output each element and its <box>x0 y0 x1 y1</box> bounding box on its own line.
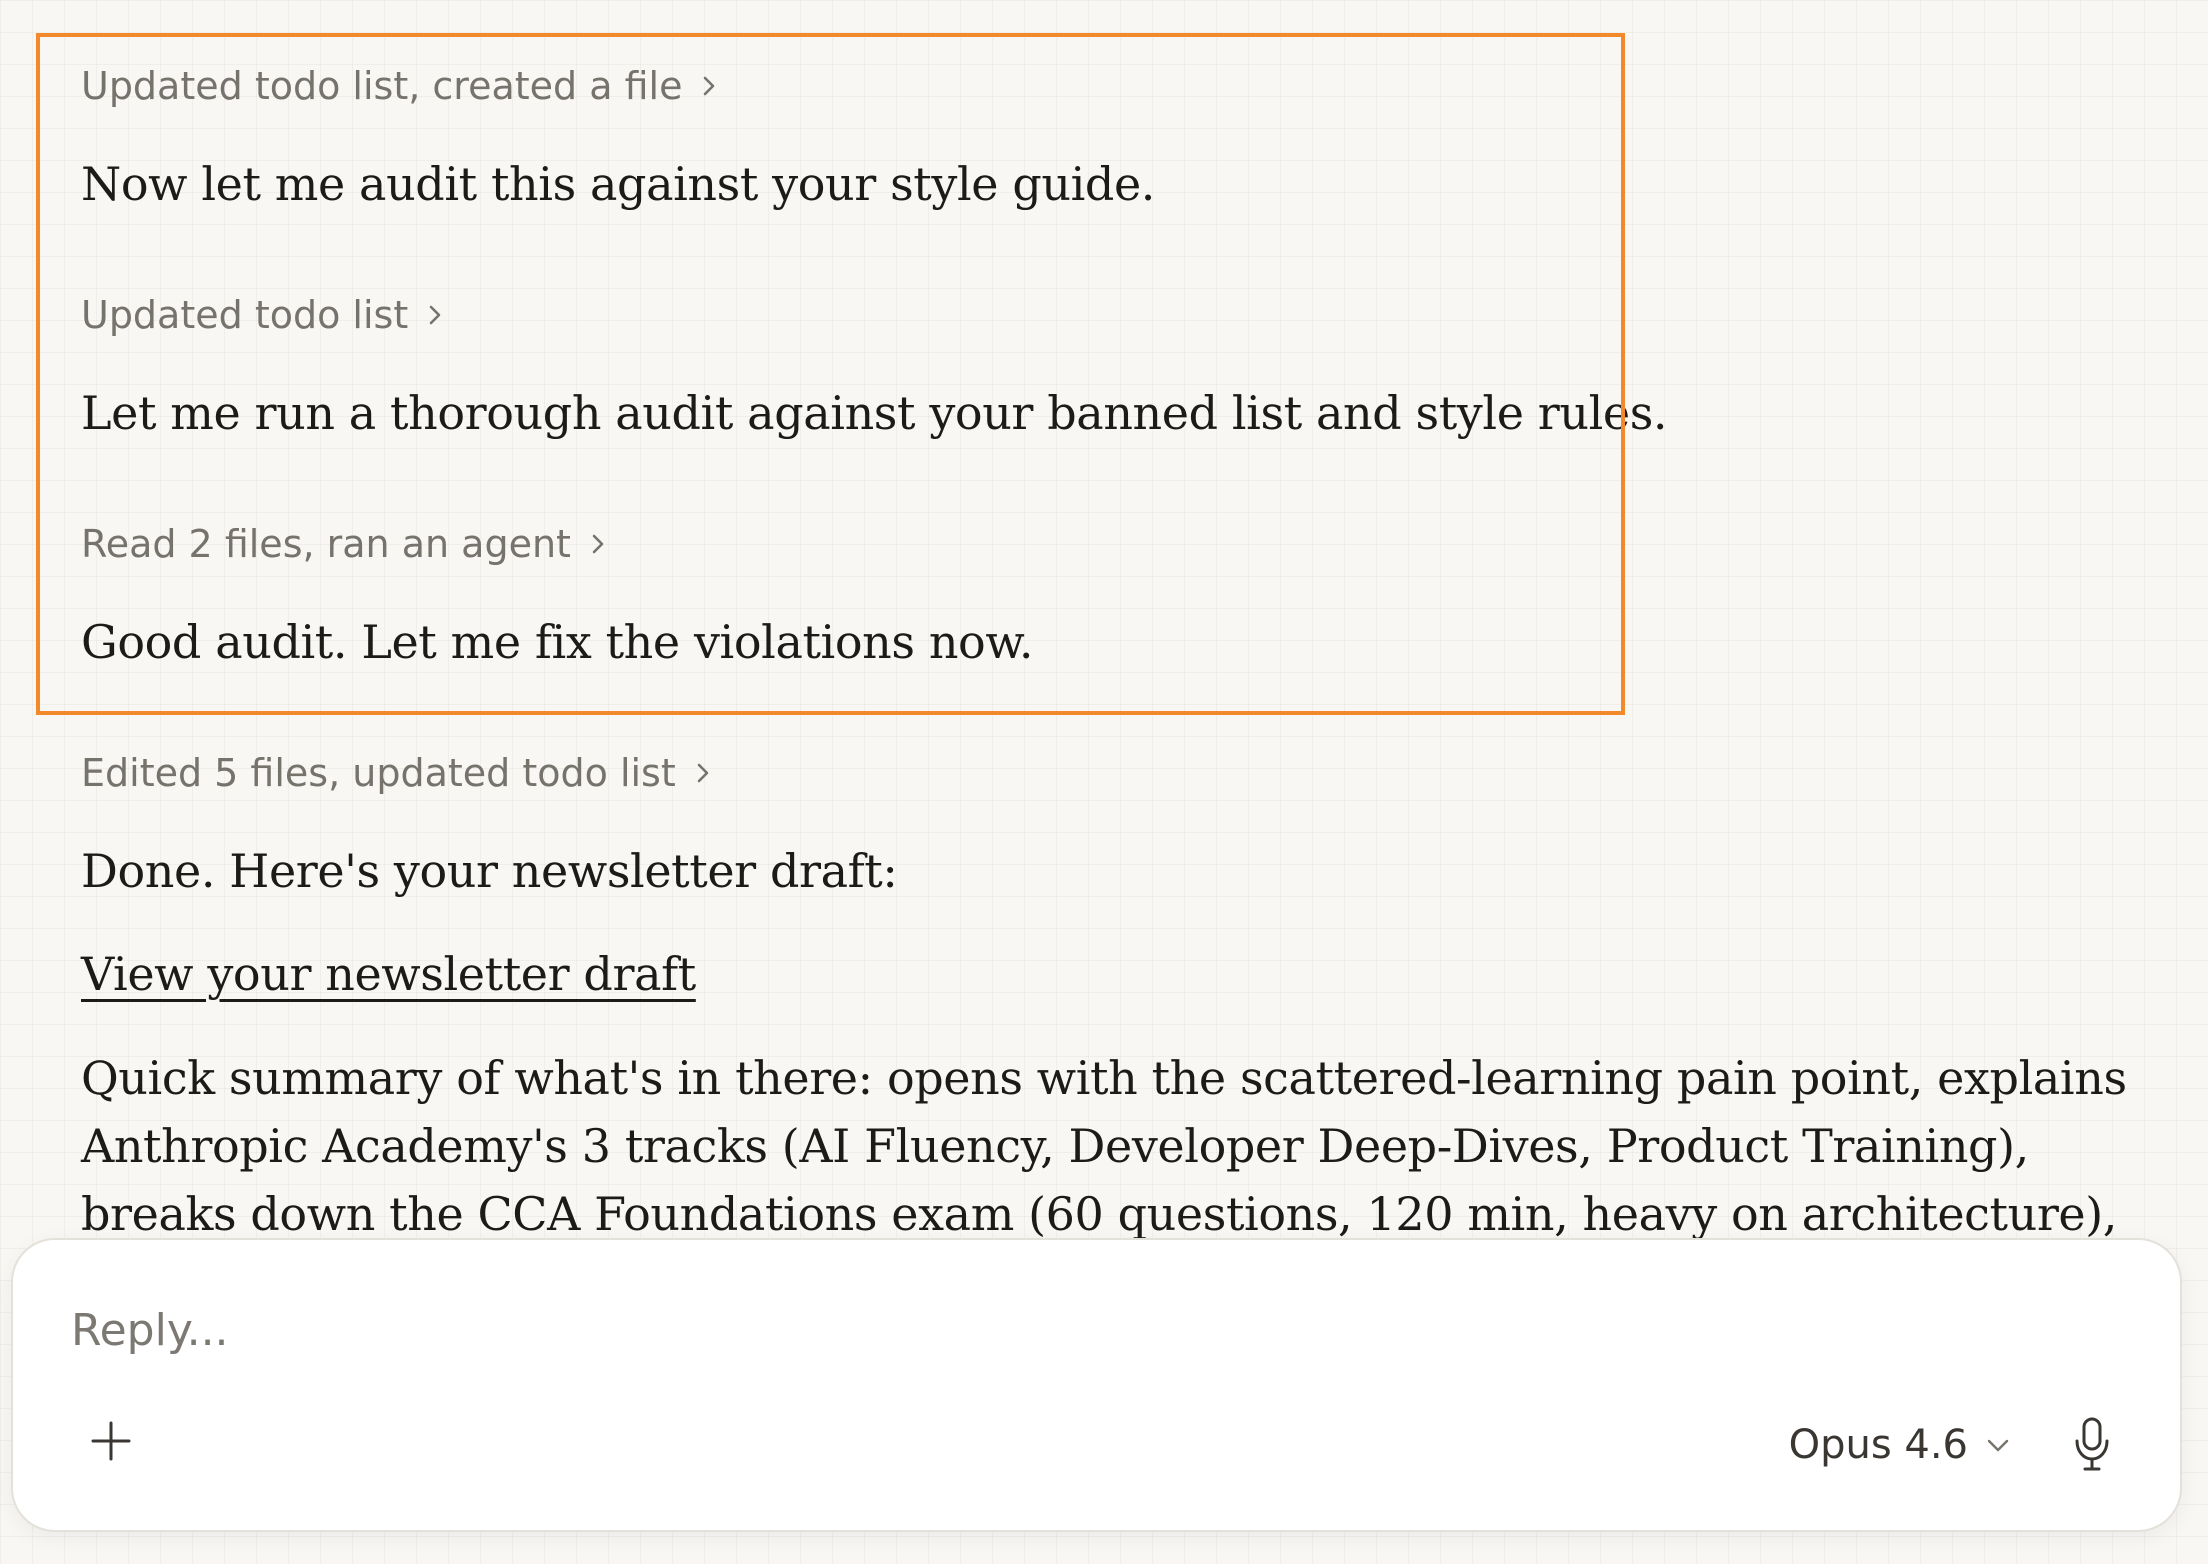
newsletter-draft-link[interactable]: View your newsletter draft <box>81 947 696 1001</box>
step-summary-4-label: Edited 5 files, updated todo list <box>81 751 676 795</box>
summary-paragraph: Quick summary of what's in there: opens … <box>81 1044 2127 1248</box>
assistant-message-3: Good audit. Let me fix the violations no… <box>81 615 1034 669</box>
step-summary-1[interactable]: Updated todo list, created a file <box>81 64 718 108</box>
chevron-down-icon <box>1986 1437 2010 1453</box>
newsletter-draft-link-wrapper: View your newsletter draft <box>81 940 696 1008</box>
summary-line: Anthropic Academy's 3 tracks (AI Fluency… <box>81 1119 2029 1173</box>
step-summary-2-label: Updated todo list <box>81 293 409 337</box>
chevron-right-icon <box>426 303 444 327</box>
step-summary-3[interactable]: Read 2 files, ran an agent <box>81 522 607 566</box>
microphone-icon <box>2072 1416 2112 1476</box>
chevron-right-icon <box>700 74 718 98</box>
step-summary-4[interactable]: Edited 5 files, updated todo list <box>81 751 712 795</box>
step-summary-2[interactable]: Updated todo list <box>81 293 444 337</box>
reply-input[interactable] <box>71 1300 1971 1360</box>
summary-line: Quick summary of what's in there: opens … <box>81 1051 2127 1105</box>
chevron-right-icon <box>694 761 712 785</box>
add-attachment-button[interactable] <box>83 1415 139 1471</box>
plus-icon <box>89 1419 133 1467</box>
reply-composer: Opus 4.6 <box>11 1238 2182 1532</box>
model-selector[interactable]: Opus 4.6 <box>1789 1420 2010 1470</box>
model-name: Opus 4.6 <box>1788 1422 1968 1468</box>
assistant-message-1: Now let me audit this against your style… <box>81 157 1155 211</box>
chevron-right-icon <box>589 532 607 556</box>
step-summary-1-label: Updated todo list, created a file <box>81 64 683 108</box>
voice-input-button[interactable] <box>2066 1416 2118 1476</box>
step-summary-3-label: Read 2 files, ran an agent <box>81 522 571 566</box>
assistant-message-4: Done. Here's your newsletter draft: <box>81 844 898 898</box>
assistant-message-2: Let me run a thorough audit against your… <box>81 386 1668 440</box>
